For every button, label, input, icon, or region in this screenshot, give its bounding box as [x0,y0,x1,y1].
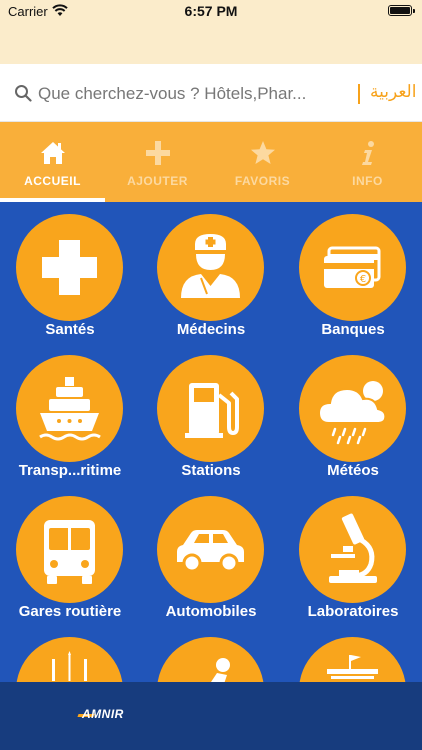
tab-accueil[interactable]: ACCUEIL [0,122,105,202]
credit-card-icon: € [324,246,381,288]
category-label: Banques [321,321,385,338]
search-icon [15,85,32,102]
status-bar: Carrier 6:57 PM [0,0,422,22]
bus-icon [44,520,95,584]
tab-label: AJOUTER [127,174,188,188]
tab-favoris[interactable]: FAVORIS [210,122,315,202]
category-stations[interactable]: Stations [141,343,281,483]
svg-text:€: € [360,274,366,285]
person-icon [211,658,230,682]
category-gares-routieres[interactable]: Gares routière [0,484,140,624]
category-label: Transp...ritime [18,462,122,479]
category-laboratoires[interactable]: Laboratoires [283,484,422,624]
tab-label: FAVORIS [234,174,291,188]
category-medecins[interactable]: Médecins [141,202,281,342]
tab-label: INFO [352,174,383,188]
info-icon [362,141,374,165]
category-label: Médecins [176,321,246,338]
category-label: Santés [45,321,95,338]
microscope-icon [329,513,377,583]
category-item-10[interactable] [0,625,140,682]
tab-ajouter[interactable]: AJOUTER [105,122,210,202]
category-label: Automobiles [165,603,257,620]
plus-icon [146,141,170,165]
search-bar[interactable]: Que cherchez-vous ? Hôtels,Phar... العرب… [0,64,422,122]
star-icon [251,141,275,164]
category-label: Laboratoires [307,603,399,620]
fuel-pump-icon [185,383,239,438]
category-automobiles[interactable]: Automobiles [141,484,281,624]
weather-cloud-icon [317,381,387,445]
building-icon [327,655,378,679]
category-item-11[interactable] [141,625,281,682]
car-icon [177,530,244,573]
search-divider [358,84,360,104]
header-band [0,22,422,64]
category-label: Stations [181,462,241,479]
medical-cross-icon [42,240,97,295]
category-item-12[interactable] [283,625,422,682]
doctor-icon [181,234,240,298]
category-grid: Santés Médecins € Banques Transp...ritim… [0,202,422,682]
tab-info[interactable]: INFO [315,122,420,202]
bridge-icon [52,651,87,681]
tab-bar: ACCUEIL AJOUTER FAVORIS INFO [0,122,422,202]
tab-label: ACCUEIL [24,174,81,188]
category-label: Gares routière [18,603,122,620]
clock: 6:57 PM [184,3,238,19]
footer-banner: AMNIR [0,682,422,750]
category-meteos[interactable]: Météos [283,343,422,483]
category-label: Météos [327,462,379,479]
language-toggle[interactable]: العربية [370,82,416,102]
category-banques[interactable]: € Banques [283,202,422,342]
search-input[interactable]: Que cherchez-vous ? Hôtels,Phar... [38,84,328,104]
home-icon [41,142,65,164]
battery-icon [388,5,415,16]
ship-icon [39,377,101,441]
brand-logo: AMNIR [82,707,124,721]
category-santes[interactable]: Santés [0,202,140,342]
category-transport-maritime[interactable]: Transp...ritime [0,343,140,483]
